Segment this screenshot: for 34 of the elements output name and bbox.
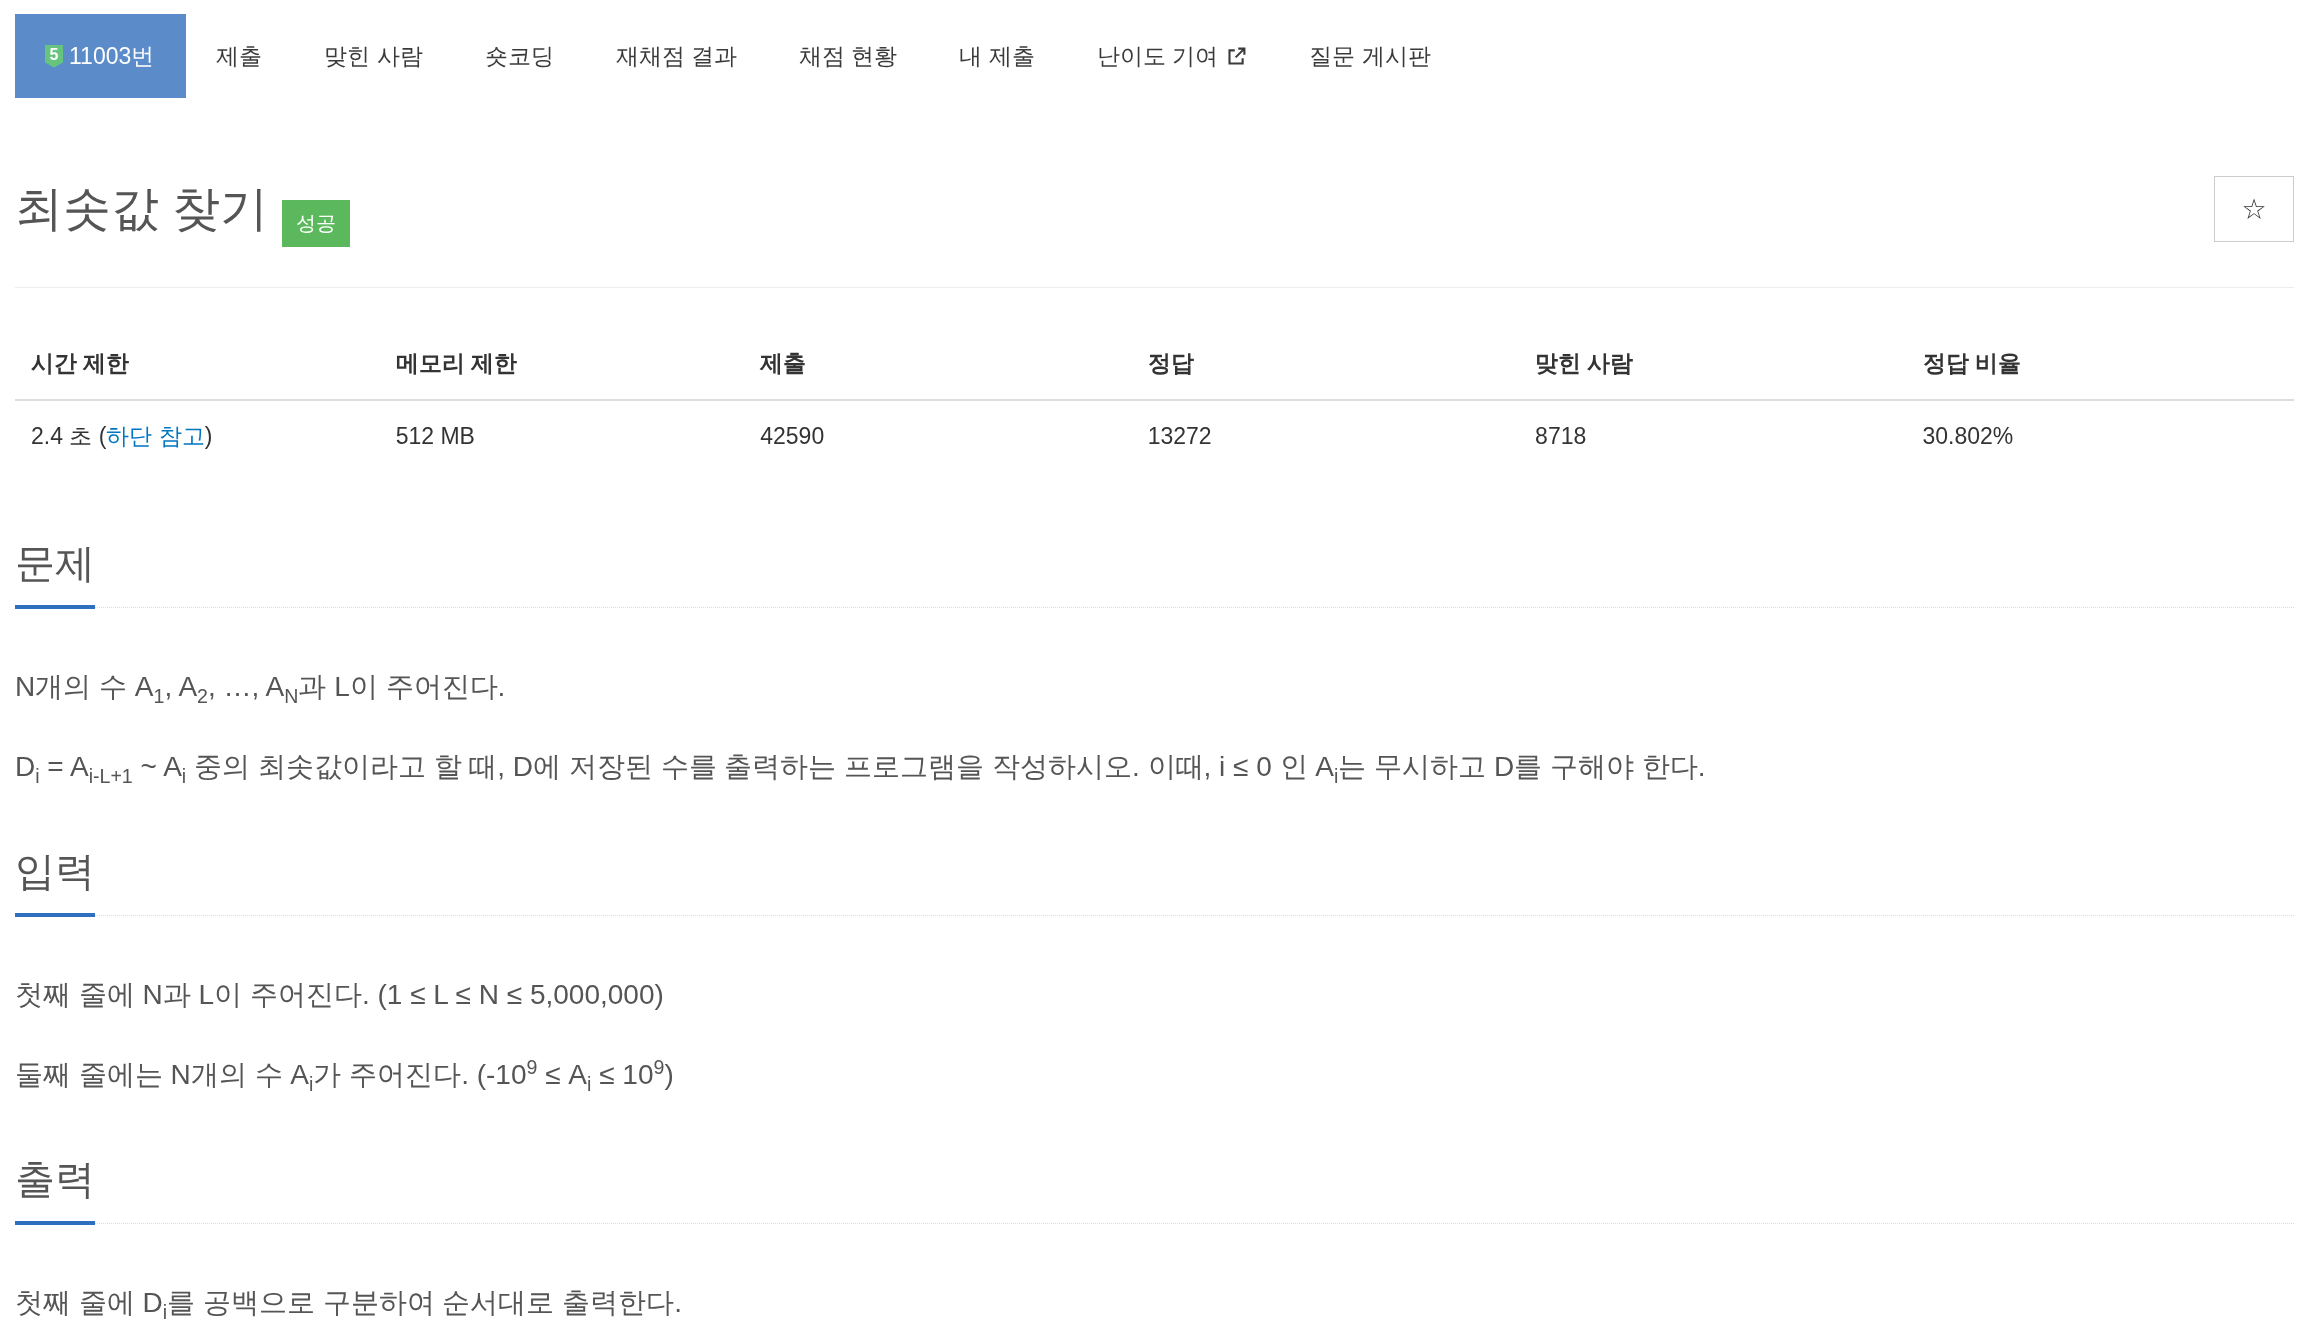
favorite-button[interactable]: ☆ [2214,176,2294,242]
section-text: 첫째 줄에 D$_{i}$를 공백으로 구분하여 순서대로 출력한다. [15,1286,684,1325]
table-cell: 8718 [1535,423,1587,449]
nav-tab[interactable]: 내 제출 [929,14,1067,98]
section-text: 둘째 줄에는 N개의 수 A$_{i}$가 주어진다. (-10$^{9}$ ≤ A$_{i}$ ≤ 10$^{9}$) [15,1054,675,1097]
table-cell: 13272 [1147,423,1212,449]
table-cell: 30.802% [1922,423,2014,449]
column-header: 제출 [760,350,807,376]
nav-tab[interactable]: 제출 [186,14,295,98]
nav-tab[interactable]: 난이도 기여 [1066,14,1280,98]
table-cell: 2.4 초 (하단 참고) [31,423,213,449]
section-text: N개의 수 A$_{1}$, A$_{2}$, …, A$_{N}$과 L이 주어진다. [15,670,507,709]
column-header: 메모리 제한 [395,350,517,376]
nav-tab[interactable]: 채점 현황 [769,14,930,98]
nav-tab[interactable]: 5 11003번 [15,14,187,98]
column-header: 정답 비율 [1922,350,2021,376]
result-label: 성공 [282,200,351,247]
section-heading: 문제 [15,541,95,609]
nav-tab[interactable]: 재채점 결과 [585,14,770,98]
column-header: 정답 [1147,350,1194,376]
table-cell: 42590 [760,423,825,449]
column-header: 시간 제한 [31,350,130,376]
nav-tab[interactable]: 맞힌 사람 [294,14,455,98]
section-text: 첫째 줄에 N과 L이 주어진다. (1 ≤ L ≤ N ≤ 5,000,000) [15,978,665,1012]
tier-badge: 5 [45,44,63,68]
section-text: D$_{i}$ = A$_{i-L+1}$ ~ A$_{i}$ 중의 최솟값이라고 할 때, D에 저장된 수를 출력하는 프로그램을 작성하시오. 이때, i ≤ 0 인 A$_{i}$는 무시하고 D를 구해야 한다. [15,750,1707,789]
nav-tab[interactable]: 숏코딩 [454,14,586,98]
section-heading: 입력 [15,849,95,917]
reference-link[interactable]: 하단 참고 [106,423,205,449]
column-header: 맞힌 사람 [1535,350,1634,376]
section-heading: 출력 [15,1157,95,1225]
nav-tab[interactable]: 질문 게시판 [1279,14,1463,98]
table-cell: 512 MB [395,423,475,449]
problem-title: 최솟값 찾기 [15,181,269,237]
